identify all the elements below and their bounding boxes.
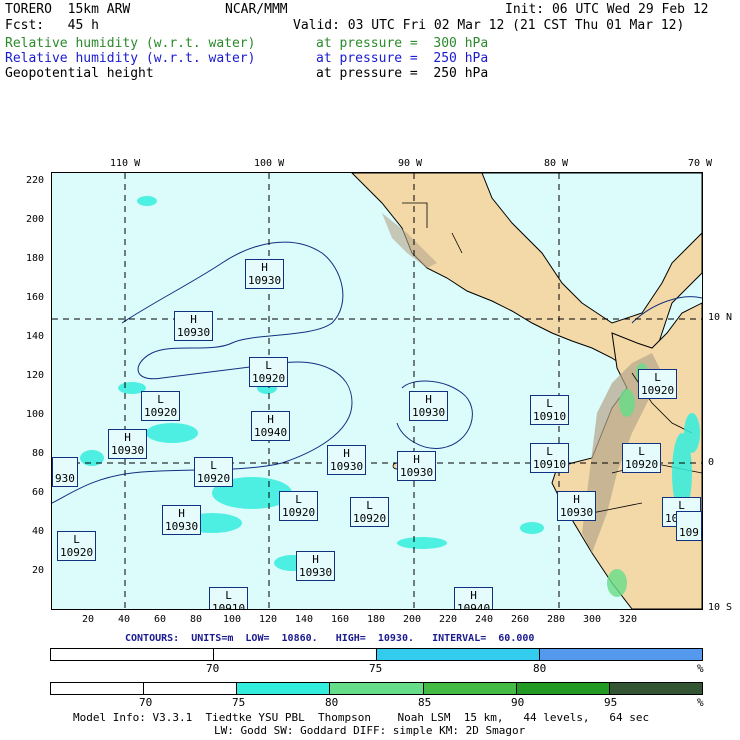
lon-label: 100 W (254, 158, 285, 169)
lon-label: 90 W (398, 158, 423, 169)
colorbar-segment (516, 683, 610, 694)
x-tick: 300 (583, 614, 602, 625)
lon-label: 80 W (544, 158, 569, 169)
high-low-box: L10920 (141, 391, 181, 421)
y-tick: 120 (26, 370, 45, 381)
lon-label: 70 W (688, 158, 713, 169)
init-time: Init: 06 UTC Wed 29 Feb 12 (505, 2, 709, 17)
high-low-box: H 10930 (557, 491, 597, 521)
colorbar-label: % (697, 662, 704, 675)
y-tick: 140 (26, 331, 45, 342)
high-low-box: H 10930 (174, 311, 214, 341)
field-1-name: Relative humidity (w.r.t. water) (5, 36, 256, 51)
colorbar-label: 70 (206, 662, 220, 675)
x-tick: 160 (331, 614, 350, 625)
high-low-box: H 10940 (251, 411, 291, 441)
y-tick: 200 (26, 214, 45, 225)
high-low-box: L 10910 (530, 395, 570, 425)
y-tick: 100 (26, 409, 45, 420)
x-tick: 180 (367, 614, 386, 625)
contours-info: CONTOURS: UNITS=m LOW= 10860. HIGH= 1093… (125, 633, 535, 644)
high-low-box: L10920 (350, 497, 390, 527)
forecast-hour: Fcst: 45 h (5, 18, 99, 33)
colorbar-segment (609, 683, 702, 694)
high-low-box: H 10930 (397, 451, 437, 481)
model-title: TORERO 15km ARW (5, 2, 131, 17)
y-tick: 60 (32, 487, 45, 498)
colorbar-segment (144, 683, 238, 694)
high-low-box: H 10930 (327, 445, 367, 475)
lat-label: 10 S (708, 602, 733, 613)
high-low-box: L 10910 (530, 443, 570, 473)
x-tick: 320 (619, 614, 638, 625)
x-tick: 120 (259, 614, 278, 625)
field-2-level: at pressure = 250 hPa (316, 51, 489, 66)
x-tick: 260 (511, 614, 530, 625)
x-tick: 100 (223, 614, 242, 625)
high-low-box: H 10930 (108, 429, 148, 459)
colorbar-segment (540, 649, 702, 660)
field-1-level: at pressure = 300 hPa (316, 36, 489, 51)
colorbar-segment (377, 649, 540, 660)
colorbar-label: 95 (604, 696, 618, 709)
colorbar-label: 75 (232, 696, 246, 709)
colorbar-label: 80 (533, 662, 547, 675)
high-low-box: H 10940 (454, 587, 494, 609)
colorbar-label: 70 (139, 696, 153, 709)
colorbar-segment (51, 649, 214, 660)
lon-label: 110 W (110, 158, 141, 169)
x-tick: 200 (403, 614, 422, 625)
colorbar-label: 90 (511, 696, 525, 709)
y-tick: 220 (26, 175, 45, 186)
high-low-box: 109 (676, 511, 702, 541)
field-3-level: at pressure = 250 hPa (316, 66, 489, 81)
high-low-box: H 10930 (409, 391, 449, 421)
lat-label: 10 N (708, 312, 733, 323)
colorbar-label: % (697, 696, 704, 709)
colorbar-segment (51, 683, 145, 694)
weather-map: H 10930 H 10930 L 10920 L 10920 H 10930 H 1094… (51, 172, 703, 610)
x-tick: 40 (118, 614, 131, 625)
high-low-box: L10920 (249, 357, 289, 387)
x-tick: 240 (475, 614, 494, 625)
y-tick: 160 (26, 292, 45, 303)
colorbar-segment (423, 683, 517, 694)
x-tick: 80 (190, 614, 203, 625)
model-physics: LW: Godd SW: Goddard DIFF: simple KM: 2D… (214, 724, 526, 737)
colorbar-label: 75 (369, 662, 383, 675)
high-low-box: H 10930 (296, 551, 336, 581)
x-tick: 280 (547, 614, 566, 625)
field-3-name: Geopotential height (5, 66, 154, 81)
x-tick: 60 (154, 614, 167, 625)
high-low-box: 930 (52, 457, 78, 487)
lat-label: 0 (708, 457, 715, 468)
y-tick: 40 (32, 526, 45, 537)
center-label: NCAR/MMM (225, 2, 288, 17)
high-low-box: L10920 (279, 491, 319, 521)
x-tick: 20 (82, 614, 95, 625)
colorbar-segment (214, 649, 377, 660)
colorbar-300hpa (50, 682, 703, 695)
high-low-box: L10920 (622, 443, 662, 473)
y-tick: 80 (32, 448, 45, 459)
model-info: Model Info: V3.3.1 Tiedtke YSU PBL Thomp… (73, 711, 650, 724)
y-tick: 180 (26, 253, 45, 264)
colorbar-segment (237, 683, 331, 694)
high-low-box: L10920 (57, 531, 97, 561)
x-tick: 140 (295, 614, 314, 625)
high-low-box: L 10910 (209, 587, 249, 609)
high-low-box: H 10930 (162, 505, 202, 535)
colorbar-label: 85 (418, 696, 432, 709)
x-tick: 220 (439, 614, 458, 625)
high-low-box: L10920 (194, 457, 234, 487)
y-tick: 20 (32, 565, 45, 576)
colorbar-segment (330, 683, 424, 694)
valid-time: Valid: 03 UTC Fri 02 Mar 12 (21 CST Thu … (293, 18, 685, 33)
field-2-name: Relative humidity (w.r.t. water) (5, 51, 256, 66)
colorbar-label: 80 (325, 696, 339, 709)
high-low-box: H 10930 (245, 259, 285, 289)
colorbar-250hpa (50, 648, 703, 661)
high-low-box: L10920 (638, 369, 678, 399)
